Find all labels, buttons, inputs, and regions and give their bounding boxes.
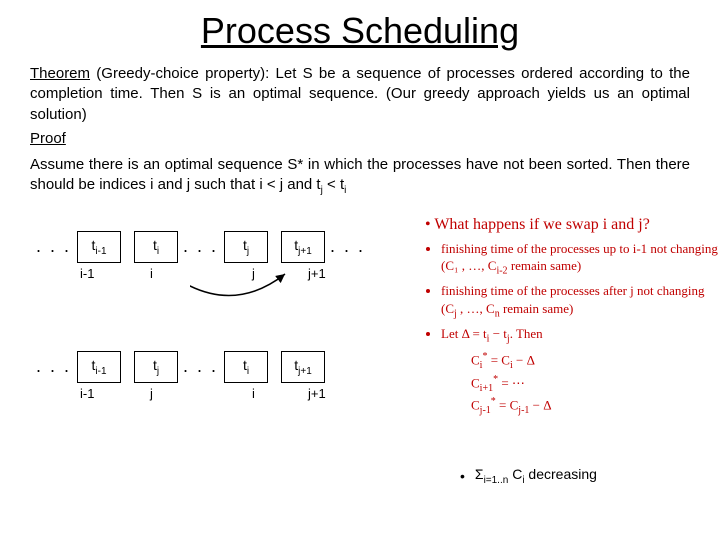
diagram-area: . . . ti-1 ti . . . tj tj+1 . . . i-1 i … <box>30 216 690 506</box>
assume-tail: < t <box>323 176 344 193</box>
dots: . . . <box>36 356 71 377</box>
assume-paragraph: Assume there is an optimal sequence S* i… <box>30 155 690 198</box>
swap-arrow-icon <box>190 262 310 312</box>
sequence-row-2: . . . ti-1 tj . . . ti tj+1 <box>30 351 324 383</box>
cell-r2-1: ti-1 <box>77 351 121 383</box>
dots: . . . <box>36 236 71 257</box>
idx-r1-4: j+1 <box>308 266 326 281</box>
annotation-block: • What happens if we swap i and j? finis… <box>425 216 720 422</box>
annotation-list: finishing time of the processes up to i-… <box>425 240 720 418</box>
slide-title: Process Scheduling <box>30 10 690 52</box>
annotation-item-2: finishing time of the processes after j … <box>441 282 720 321</box>
idx-r2-3: i <box>252 386 255 401</box>
theorem-paragraph: Theorem (Greedy-choice property): Let S … <box>30 64 690 125</box>
theorem-body: (Greedy-choice property): Let S be a seq… <box>30 65 690 123</box>
annotation-question: • What happens if we swap i and j? <box>425 216 720 234</box>
annotation-item-3: Let Δ = ti − tj. Then Ci* = Ci − Δ Ci+1*… <box>441 325 720 417</box>
dots: . . . <box>183 236 218 257</box>
idx-r1-3: j <box>252 266 255 281</box>
idx-r2-2: j <box>150 386 153 401</box>
annotation-item-1: finishing time of the processes up to i-… <box>441 240 720 279</box>
sum-expression: Σi=1..n Ci decreasing <box>475 466 597 486</box>
assume-text: Assume there is an optimal sequence S* i… <box>30 156 690 193</box>
idx-r2-4: j+1 <box>308 386 326 401</box>
cell-r2-3: ti <box>224 351 268 383</box>
dots: . . . <box>330 236 365 257</box>
sequence-row-1: . . . ti-1 ti . . . tj tj+1 . . . <box>30 231 371 263</box>
cell-r1-1: ti-1 <box>77 231 121 263</box>
cell-r1-4: tj+1 <box>281 231 325 263</box>
proof-label-line: Proof <box>30 129 690 149</box>
cell-r1-2: ti <box>134 231 178 263</box>
idx-r1-1: i-1 <box>80 266 94 281</box>
theorem-label: Theorem <box>30 65 90 82</box>
sub-i: i <box>344 185 346 196</box>
cell-r2-2: tj <box>134 351 178 383</box>
bullet-icon: • <box>460 468 465 484</box>
dots: . . . <box>183 356 218 377</box>
bottom-note: • Σi=1..n Ci decreasing <box>460 466 597 486</box>
idx-r2-1: i-1 <box>80 386 94 401</box>
proof-label: Proof <box>30 130 66 147</box>
idx-r1-2: i <box>150 266 153 281</box>
cell-r1-3: tj <box>224 231 268 263</box>
cell-r2-4: tj+1 <box>281 351 325 383</box>
